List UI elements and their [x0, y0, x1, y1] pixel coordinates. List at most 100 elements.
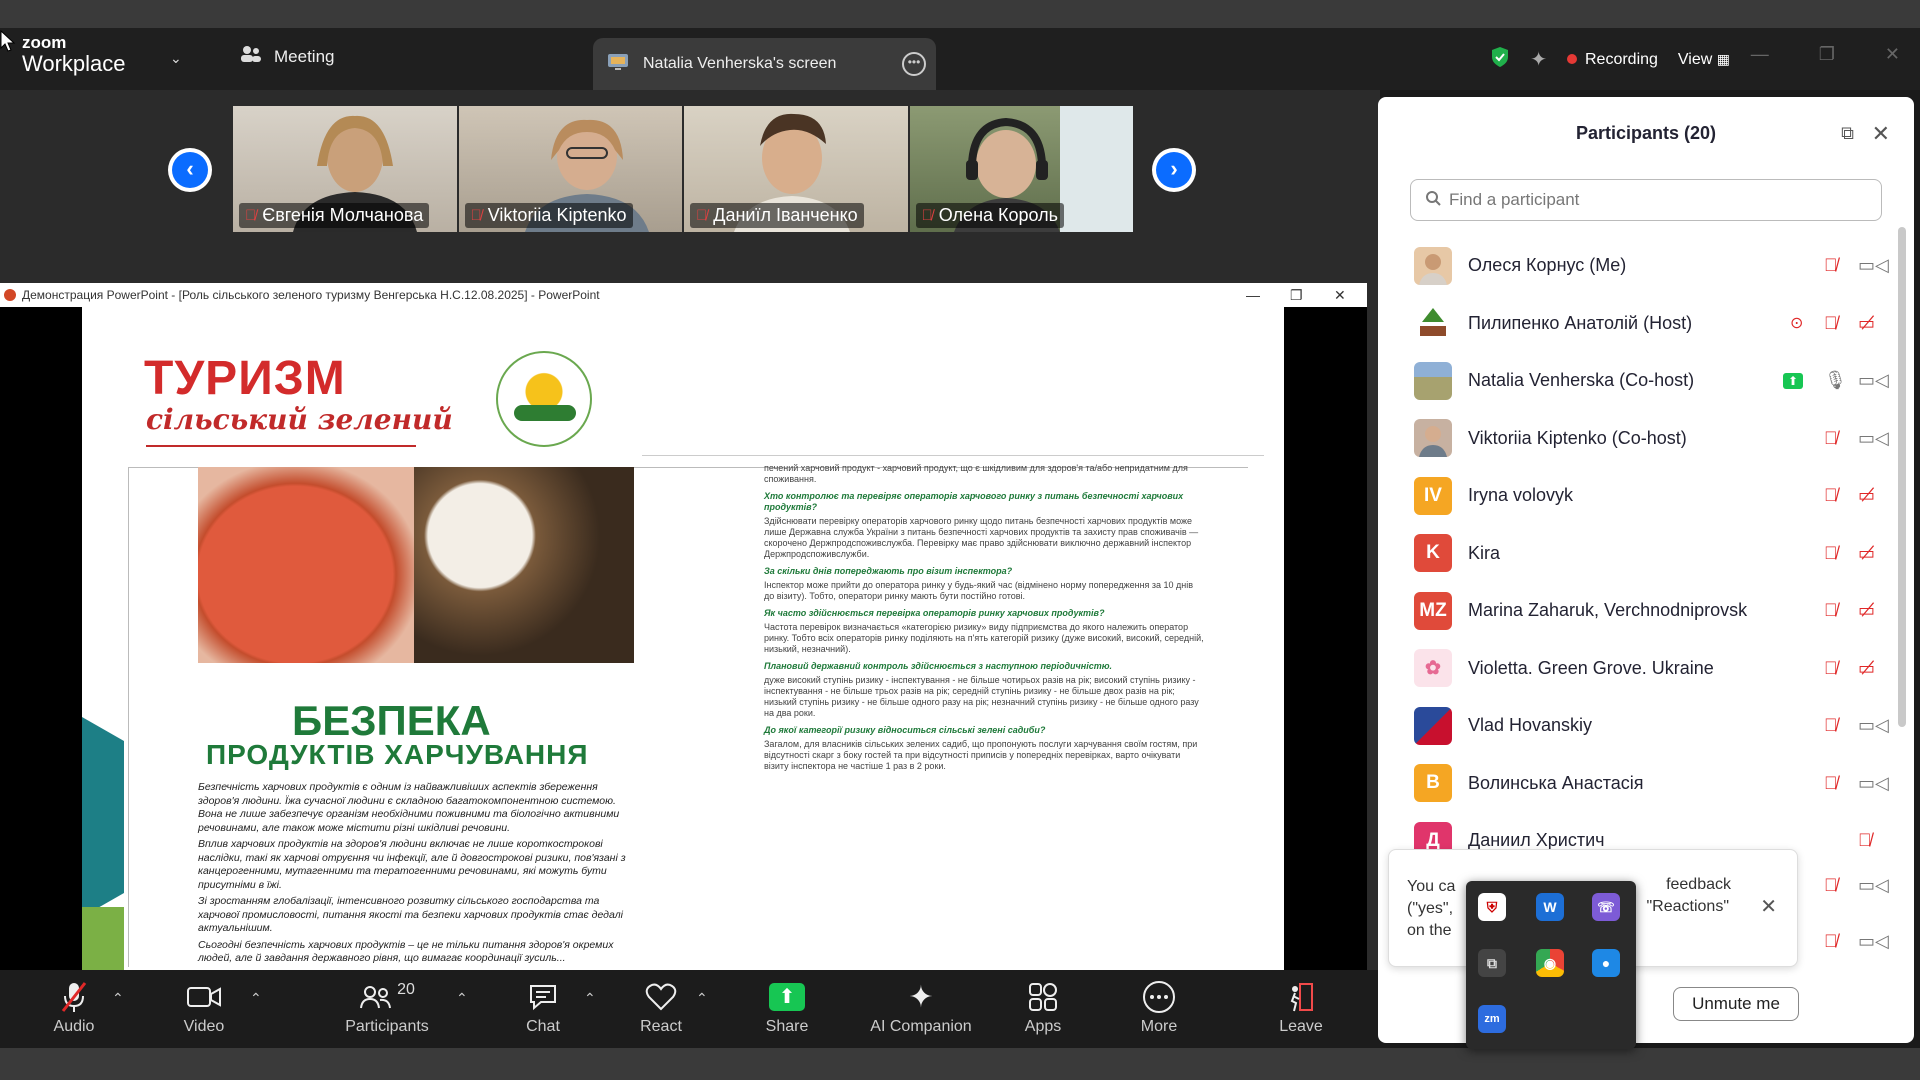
- video-camera-icon[interactable]: ▭◁: [1858, 428, 1889, 449]
- chevron-up-icon[interactable]: ⌃: [250, 990, 262, 1007]
- mic-muted-icon[interactable]: 🎙̸: [1824, 428, 1838, 449]
- word-app-icon[interactable]: W: [1536, 893, 1564, 921]
- close-icon[interactable]: ✕: [1885, 44, 1900, 65]
- avatar: B: [1414, 764, 1452, 803]
- unmute-me-button[interactable]: Unmute me: [1673, 987, 1799, 1021]
- mic-muted-icon[interactable]: 🎙̸: [1824, 773, 1838, 794]
- chevron-up-icon[interactable]: ⌃: [696, 990, 708, 1007]
- mic-muted-icon[interactable]: 🎙̸: [1824, 715, 1838, 736]
- shared-screen[interactable]: Демонстрация PowerPoint - [Роль сільсько…: [0, 283, 1367, 971]
- gallery-prev-button[interactable]: ‹: [168, 148, 212, 192]
- chevron-up-icon[interactable]: ⌃: [112, 990, 124, 1007]
- participants-button[interactable]: 20 Participants: [338, 978, 436, 1036]
- more-button[interactable]: More: [1134, 978, 1184, 1036]
- ai-companion-button[interactable]: ✦ AI Companion: [866, 978, 976, 1036]
- video-tile[interactable]: 🎙̸ Viktoriia Kiptenko: [458, 106, 682, 232]
- video-off-icon[interactable]: ▭̸: [1858, 600, 1875, 621]
- video-camera-icon[interactable]: ▭◁: [1858, 773, 1889, 794]
- participant-search[interactable]: Find a participant: [1410, 179, 1882, 221]
- sparkle-icon[interactable]: ✦: [1530, 47, 1547, 72]
- video-camera-icon[interactable]: ▭◁: [1858, 931, 1889, 952]
- share-button[interactable]: ⬆ Share: [762, 978, 812, 1036]
- screen-share-tab[interactable]: Natalia Venherska's screen •••: [593, 38, 936, 90]
- participant-row[interactable]: K Kira 🎙̸ ▭̸: [1378, 525, 1894, 583]
- participants-count: 20: [397, 981, 415, 998]
- video-button[interactable]: Video: [176, 978, 232, 1036]
- paragraph: Вплив харчових продуктів на здоров'я люд…: [198, 838, 626, 891]
- close-icon[interactable]: ✕: [1760, 894, 1777, 919]
- chat-button[interactable]: Chat: [516, 978, 570, 1036]
- participant-row[interactable]: Олеся Корнус (Me) 🎙̸ ▭◁: [1378, 237, 1894, 295]
- chevron-down-icon[interactable]: ⌄: [170, 50, 182, 67]
- mic-muted-icon[interactable]: 🎙̸: [1824, 313, 1838, 334]
- audio-button[interactable]: Audio: [44, 978, 104, 1036]
- popout-icon[interactable]: ⧉: [1841, 123, 1854, 144]
- mic-muted-icon[interactable]: 🎙̸: [1824, 875, 1838, 896]
- mic-muted-icon[interactable]: 🎙̸: [1858, 830, 1872, 851]
- mic-muted-icon[interactable]: 🎙̸: [1824, 255, 1838, 276]
- minimize-icon[interactable]: —: [1246, 287, 1260, 303]
- chevron-up-icon[interactable]: ⌃: [456, 990, 468, 1007]
- answer: печений харчовий продукт - харчовий прод…: [764, 463, 1188, 484]
- react-button[interactable]: React: [636, 978, 686, 1036]
- chevron-up-icon[interactable]: ⌃: [584, 990, 596, 1007]
- slide-right-text: печений харчовий продукт - харчовий прод…: [764, 457, 1204, 772]
- view-button[interactable]: View ▦: [1678, 51, 1730, 69]
- chrome-icon[interactable]: ◉: [1536, 949, 1564, 977]
- participant-name: Iryna volovyk: [1468, 485, 1574, 506]
- participant-row[interactable]: B Волинська Анастасія 🎙̸ ▭◁: [1378, 755, 1894, 813]
- participant-row[interactable]: Vlad Hovanskiy 🎙̸ ▭◁: [1378, 697, 1894, 755]
- leave-button[interactable]: Leave: [1276, 978, 1326, 1036]
- ai-label: AI Companion: [870, 1018, 972, 1035]
- mic-muted-icon[interactable]: 🎙̸: [1824, 600, 1838, 621]
- viber-icon[interactable]: ☏: [1592, 893, 1620, 921]
- gallery-next-button[interactable]: ›: [1152, 148, 1196, 192]
- close-icon[interactable]: ✕: [1334, 287, 1346, 304]
- security-shield-icon[interactable]: ⛨: [1478, 893, 1506, 921]
- question: Хто контролює та перевіряє операторів ха…: [764, 491, 1184, 512]
- restore-icon[interactable]: ❐: [1819, 44, 1835, 65]
- mic-muted-icon[interactable]: 🎙̸: [1824, 931, 1838, 952]
- device-icon[interactable]: ⧉: [1478, 949, 1506, 977]
- video-camera-icon[interactable]: ▭◁: [1858, 715, 1889, 736]
- video-off-icon[interactable]: ▭̸: [1858, 658, 1875, 679]
- network-app-icon[interactable]: ●: [1592, 949, 1620, 977]
- participant-row[interactable]: Natalia Venherska (Co-host) ⬆ 🎙 ▭◁: [1378, 352, 1894, 410]
- ppt-window-title: Демонстрация PowerPoint - [Роль сільсько…: [22, 288, 600, 302]
- video-camera-icon[interactable]: ▭◁: [1858, 370, 1889, 391]
- participant-row[interactable]: Viktoriia Kiptenko (Co-host) 🎙̸ ▭◁: [1378, 410, 1894, 468]
- grid-icon: ▦: [1716, 50, 1730, 67]
- mic-muted-icon[interactable]: 🎙̸: [1824, 658, 1838, 679]
- minimize-icon[interactable]: —: [1751, 44, 1769, 65]
- avatar: [1414, 361, 1452, 400]
- screen-tab-label: Natalia Venherska's screen: [643, 55, 837, 72]
- video-camera-icon[interactable]: ▭◁: [1858, 255, 1889, 276]
- zoom-tray-icon[interactable]: zm: [1478, 1005, 1506, 1033]
- video-tile[interactable]: 🎙̸ Даниїл Іванченко: [684, 106, 908, 232]
- apps-button[interactable]: Apps: [1018, 978, 1068, 1036]
- participant-row[interactable]: ✿ Violetta. Green Grove. Ukraine 🎙̸ ▭̸: [1378, 640, 1894, 698]
- more-options-icon[interactable]: •••: [902, 52, 926, 76]
- mic-muted-icon[interactable]: 🎙̸: [1824, 543, 1838, 564]
- video-tile[interactable]: 🎙̸ Олена Король: [909, 106, 1133, 232]
- avatar: [1414, 246, 1452, 285]
- restore-icon[interactable]: ❐: [1290, 287, 1303, 304]
- video-off-icon[interactable]: ▭̸: [1858, 313, 1875, 334]
- close-icon[interactable]: ✕: [1872, 121, 1890, 147]
- video-camera-icon[interactable]: ▭◁: [1858, 875, 1889, 896]
- recording-indicator[interactable]: Recording: [1566, 51, 1658, 69]
- participant-row[interactable]: Пилипенко Анатолій (Host) ⊙ 🎙̸ ▭̸: [1378, 295, 1894, 353]
- video-off-icon[interactable]: ▭̸: [1858, 543, 1875, 564]
- slide-heading: ТУРИЗМ: [144, 352, 346, 405]
- participant-row[interactable]: IV Iryna volovyk 🎙̸ ▭̸: [1378, 467, 1894, 525]
- mic-icon[interactable]: 🎙: [1824, 370, 1847, 391]
- participant-row[interactable]: MZ Marina Zaharuk, Verchnodniprovsk 🎙̸ ▭…: [1378, 582, 1894, 640]
- participant-list: Олеся Корнус (Me) 🎙̸ ▭◁ Пилипенко Анатол…: [1378, 237, 1894, 870]
- video-off-icon[interactable]: ▭̸: [1858, 485, 1875, 506]
- video-tile[interactable]: 🎙̸ Євгенія Молчанова: [233, 106, 457, 232]
- mic-muted-icon[interactable]: 🎙̸: [1824, 485, 1838, 506]
- scrollbar[interactable]: [1898, 227, 1906, 727]
- shield-icon[interactable]: [1490, 46, 1510, 73]
- mic-muted-icon: 🎙̸: [921, 207, 933, 224]
- meeting-menu[interactable]: Meeting: [240, 45, 334, 68]
